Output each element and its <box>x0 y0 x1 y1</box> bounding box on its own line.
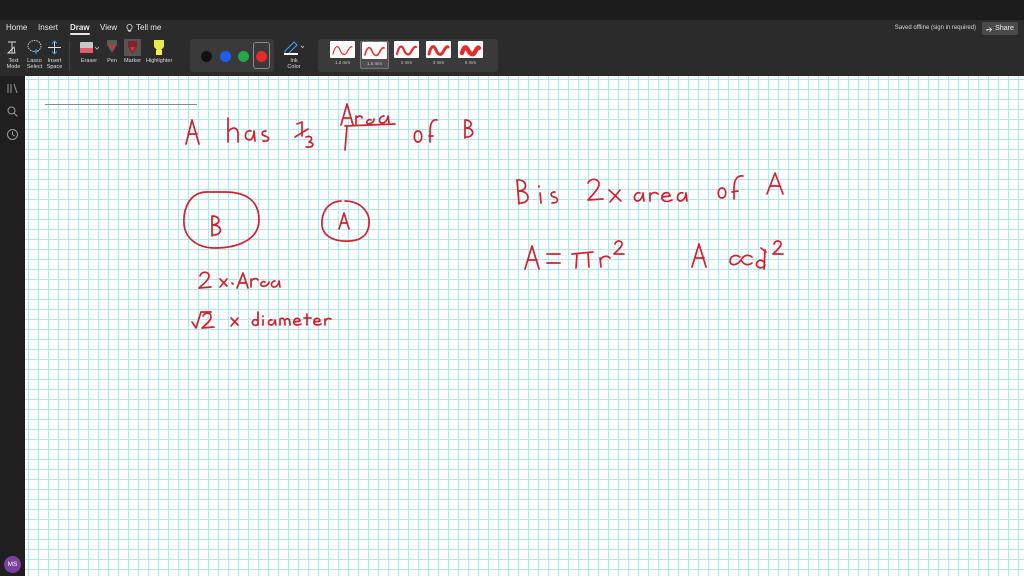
draw-ribbon: Text Mode Lasso Select Insert Space Eras… <box>0 37 1024 76</box>
stroke-preview-icon <box>459 44 482 56</box>
notebooks-icon[interactable] <box>6 82 19 95</box>
ink-circle-b <box>183 191 260 249</box>
ink-b-is-2x-area-of-a <box>516 172 784 205</box>
menu-bar: Home Insert Draw View Tell me Saved offl… <box>0 20 1024 37</box>
lasso-icon <box>27 40 42 54</box>
tell-me-label: Tell me <box>136 23 162 32</box>
ink-color-button[interactable]: Ink Color <box>283 39 305 70</box>
thickness-1-2mm[interactable]: 1.2 mm <box>328 41 357 69</box>
note-canvas[interactable] <box>25 76 1024 576</box>
color-swatch-black[interactable] <box>201 51 212 62</box>
thickness-label: 5 mm <box>464 60 477 65</box>
window-title-bar <box>0 0 1024 20</box>
color-swatch-green[interactable] <box>238 51 249 62</box>
thickness-label: 1.5 mm <box>366 61 382 66</box>
share-icon <box>986 26 993 32</box>
ink-root2-diameter <box>191 311 332 329</box>
pen-thickness-palette: 1.2 mm 1.5 mm 2 mm 3 mm 5 mm <box>318 39 498 72</box>
recent-clock-icon[interactable] <box>6 128 19 141</box>
ink-color-label-2: Color <box>287 64 301 70</box>
color-swatch-red[interactable] <box>256 51 267 62</box>
ink-color-icon <box>284 41 305 55</box>
text-cursor-icon <box>6 41 16 54</box>
insert-space-button[interactable]: Insert Space <box>46 39 63 70</box>
ink-a-equals-pi-r-squared <box>524 240 625 270</box>
lasso-label-2: Select <box>26 64 43 70</box>
eraser-button[interactable]: Eraser <box>79 39 99 64</box>
text-mode-button[interactable]: Text Mode <box>5 39 22 70</box>
marker-icon <box>124 39 142 56</box>
ribbon-separator <box>69 41 70 71</box>
text-mode-label-2: Mode <box>6 64 21 70</box>
thickness-3mm[interactable]: 3 mm <box>424 41 453 69</box>
handwritten-ink-layer <box>183 103 784 329</box>
thickness-label: 2 mm <box>400 60 413 65</box>
thickness-5mm[interactable]: 5 mm <box>456 41 485 69</box>
share-label: Share <box>995 25 1014 32</box>
stroke-preview-icon <box>332 45 353 55</box>
thickness-2mm[interactable]: 2 mm <box>392 41 421 69</box>
tell-me-search[interactable]: Tell me <box>126 23 161 32</box>
ink-a-proportional-d-squared <box>691 240 784 270</box>
tab-draw[interactable]: Draw <box>70 23 90 35</box>
thickness-label: 3 mm <box>432 60 445 65</box>
marker-label: Marker <box>124 58 142 64</box>
stroke-preview-icon <box>395 45 418 56</box>
insert-space-label-2: Space <box>46 64 63 70</box>
stroke-preview-icon <box>427 44 450 56</box>
thickness-1-5mm[interactable]: 1.5 mm <box>360 41 389 69</box>
highlighter-label: Highlighter <box>146 58 173 64</box>
ink-statement-a-has-third-area-of-b <box>185 103 474 151</box>
ink-circle-a <box>321 200 370 242</box>
insert-space-icon <box>48 40 61 55</box>
stroke-preview-icon <box>364 46 385 56</box>
tab-insert[interactable]: Insert <box>38 23 58 32</box>
eraser-label: Eraser <box>80 58 98 64</box>
tab-view[interactable]: View <box>100 23 117 32</box>
pen-button[interactable]: Pen <box>105 39 119 64</box>
tab-home[interactable]: Home <box>6 23 27 32</box>
pen-icon <box>107 40 117 53</box>
pen-color-palette <box>190 39 274 72</box>
highlighter-icon <box>154 40 165 55</box>
lightbulb-icon <box>126 23 133 32</box>
eraser-icon <box>80 42 99 53</box>
highlighter-button[interactable]: Highlighter <box>146 39 172 64</box>
lasso-select-button[interactable]: Lasso Select <box>26 39 43 70</box>
thickness-label: 1.2 mm <box>334 60 350 65</box>
ink-2x-area <box>198 271 281 289</box>
saved-status: Saved offline (sign in required) <box>894 25 976 31</box>
user-avatar[interactable]: MS <box>4 556 21 573</box>
pen-label: Pen <box>107 58 117 64</box>
color-swatch-blue[interactable] <box>220 51 231 62</box>
left-sidebar: MS <box>0 76 25 576</box>
share-button[interactable]: Share <box>982 22 1018 35</box>
marker-button[interactable]: Marker <box>124 39 141 64</box>
search-icon[interactable] <box>6 105 19 118</box>
